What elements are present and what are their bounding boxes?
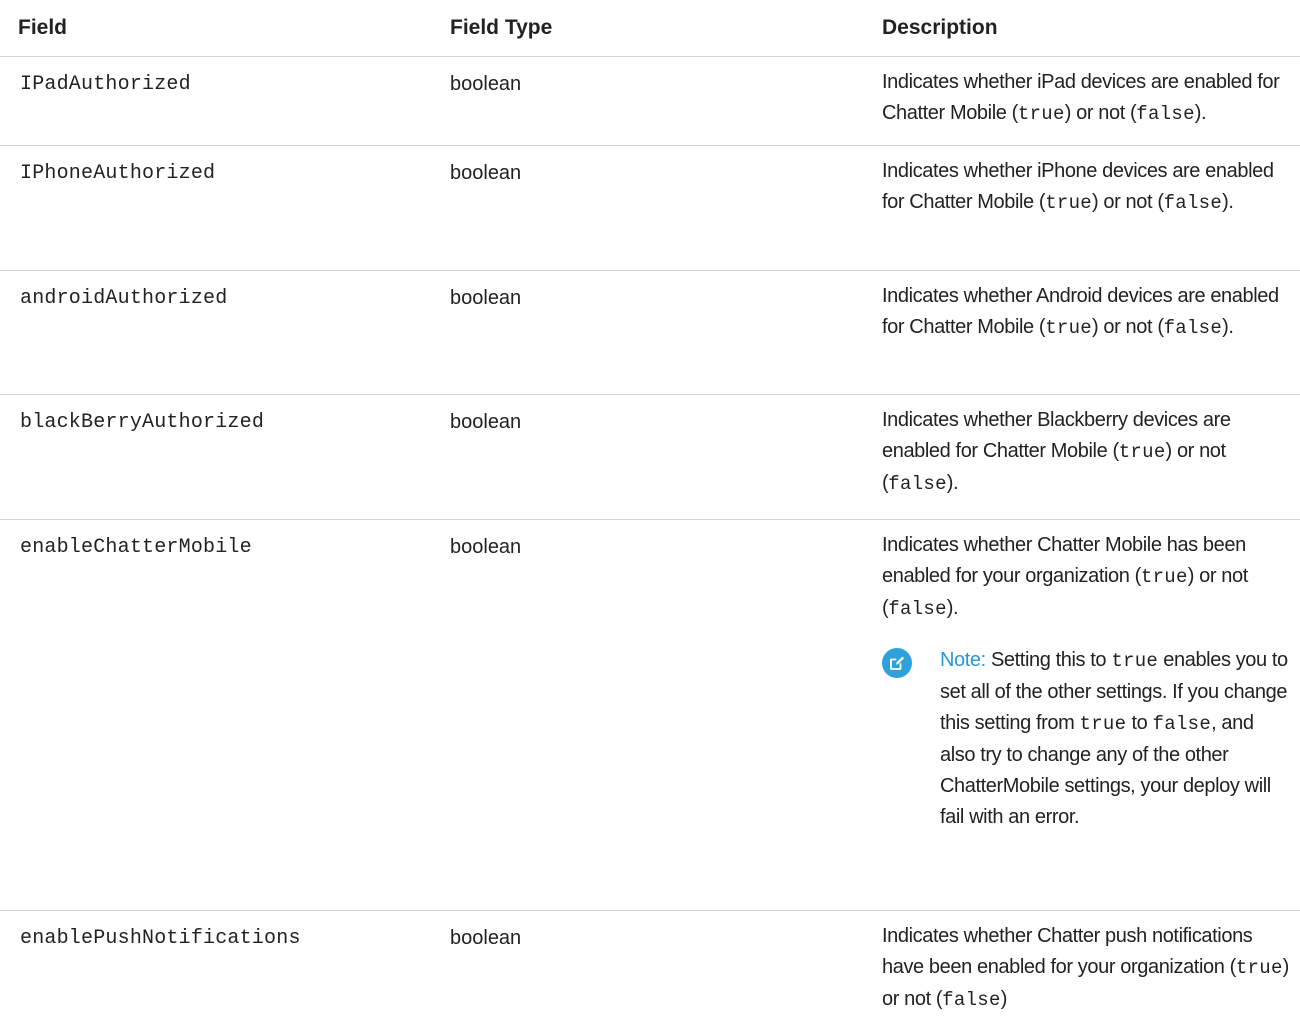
header-field-type: Field Type (435, 0, 867, 57)
field-type: boolean (435, 519, 867, 911)
field-name: IPhoneAuthorized (0, 145, 435, 271)
note-text: Note: Setting this to true enables you t… (940, 649, 1288, 828)
field-description: Indicates whether Android devices are en… (867, 270, 1300, 395)
code-value: false (1163, 192, 1223, 214)
field-name: IPadAuthorized (0, 56, 435, 146)
field-description: Indicates whether iPhone devices are ena… (867, 145, 1300, 271)
code-value: true (1140, 566, 1188, 588)
code-value: false (888, 598, 947, 620)
code-value: false (888, 473, 947, 495)
header-description: Description (867, 0, 1300, 57)
field-description: Indicates whether Blackberry devices are… (867, 394, 1300, 520)
field-type: boolean (435, 145, 867, 271)
code-value: false (1163, 317, 1223, 339)
table-row: IPhoneAuthorized boolean Indicates wheth… (0, 145, 1300, 271)
field-name: enablePushNotifications (20, 927, 301, 950)
field-type: boolean (450, 927, 522, 949)
edit-note-icon (882, 648, 912, 678)
table-row: IPadAuthorized boolean Indicates whether… (0, 56, 1300, 146)
description-text: Indicates whether Chatter Mobile has bee… (882, 534, 1248, 620)
code-value: true (1079, 713, 1127, 735)
table-row: blackBerryAuthorized boolean Indicates w… (0, 394, 1300, 520)
code-value: false (1152, 713, 1212, 735)
table-row: enableChatterMobile boolean Indicates wh… (0, 519, 1300, 911)
code-value: true (1111, 650, 1159, 672)
field-name: enableChatterMobile (0, 519, 435, 911)
code-value: true (1235, 957, 1283, 979)
code-value: true (1118, 441, 1166, 463)
table-row: enablePushNotifications boolean Indicate… (0, 911, 1300, 1035)
code-value: true (1045, 317, 1092, 339)
code-value: false (942, 989, 1001, 1011)
field-description: Indicates whether Chatter Mobile has bee… (867, 519, 1300, 911)
header-field: Field (0, 0, 435, 57)
field-type: boolean (435, 394, 867, 520)
field-name: androidAuthorized (0, 270, 435, 395)
field-name: blackBerryAuthorized (0, 394, 435, 520)
field-type: boolean (435, 56, 867, 146)
fields-table: Field Field Type Description IPadAuthori… (0, 0, 1300, 1035)
note-label: Note: (940, 649, 986, 671)
header-row: Field Field Type Description (0, 0, 1300, 57)
note-callout: Note: Setting this to true enables you t… (882, 645, 1294, 833)
field-description: Indicates whether Chatter push notificat… (882, 925, 1289, 1011)
field-type: boolean (435, 270, 867, 395)
code-value: false (1136, 103, 1195, 125)
field-description: Indicates whether iPad devices are enabl… (867, 56, 1300, 146)
code-value: true (1045, 192, 1092, 214)
table-row: androidAuthorized boolean Indicates whet… (0, 270, 1300, 395)
code-value: true (1017, 103, 1065, 125)
